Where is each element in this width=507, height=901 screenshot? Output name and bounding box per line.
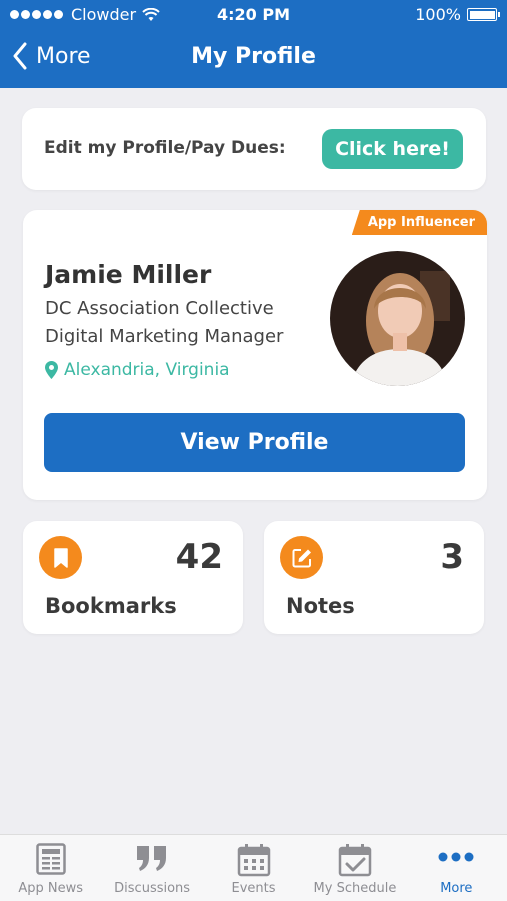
location-pin-icon xyxy=(45,361,58,379)
tab-label: More xyxy=(440,881,473,896)
avatar-photo xyxy=(330,251,465,386)
bookmarks-label: Bookmarks xyxy=(45,594,177,618)
tab-my-schedule[interactable]: My Schedule xyxy=(304,835,405,901)
profile-organization: DC Association Collective xyxy=(45,298,274,319)
notes-label: Notes xyxy=(286,594,355,618)
profile-name: Jamie Miller xyxy=(45,260,212,289)
tab-discussions[interactable]: Discussions xyxy=(101,835,202,901)
nav-bar: More My Profile xyxy=(0,30,507,88)
quote-icon xyxy=(137,846,167,871)
tab-label: Discussions xyxy=(114,881,191,896)
influencer-badge: App Influencer xyxy=(351,210,487,235)
profile-job-title: Digital Marketing Manager xyxy=(45,326,284,347)
battery-icon xyxy=(467,8,500,21)
edit-note-icon xyxy=(280,536,323,579)
status-bar: Clowder 4:20 PM 100% xyxy=(0,0,507,30)
profile-card: App Influencer Jamie Miller DC Associati… xyxy=(23,210,487,500)
tab-label: Events xyxy=(231,881,276,896)
edit-profile-label: Edit my Profile/Pay Dues: xyxy=(44,138,286,158)
bookmarks-count: 42 xyxy=(175,537,223,577)
page-title: My Profile xyxy=(191,44,316,69)
bookmark-icon xyxy=(39,536,82,579)
tab-label: My Schedule xyxy=(313,881,397,896)
profile-location: Alexandria, Virginia xyxy=(45,360,230,380)
calendar-check-icon xyxy=(338,844,372,877)
tab-events[interactable]: Events xyxy=(203,835,304,901)
bookmarks-card[interactable]: 42 Bookmarks xyxy=(23,521,243,634)
location-text: Alexandria, Virginia xyxy=(64,360,230,380)
notes-card[interactable]: 3 Notes xyxy=(264,521,484,634)
tab-bar: App News Discussions Events My Schedule … xyxy=(0,834,507,901)
notes-count: 3 xyxy=(440,537,464,577)
tab-label: App News xyxy=(18,881,84,896)
top-bar: Clowder 4:20 PM 100% More My Profile xyxy=(0,0,507,88)
newspaper-icon xyxy=(35,843,66,875)
click-here-button[interactable]: Click here! xyxy=(322,129,463,169)
tab-app-news[interactable]: App News xyxy=(0,835,101,901)
tab-more[interactable]: More xyxy=(406,835,507,901)
battery-percent: 100% xyxy=(415,5,461,24)
more-dots-icon xyxy=(438,852,474,862)
edit-profile-card: Edit my Profile/Pay Dues: Click here! xyxy=(22,108,486,190)
view-profile-button[interactable]: View Profile xyxy=(44,413,465,472)
avatar[interactable] xyxy=(330,251,465,386)
status-right: 100% xyxy=(415,5,500,24)
calendar-icon xyxy=(237,844,270,877)
